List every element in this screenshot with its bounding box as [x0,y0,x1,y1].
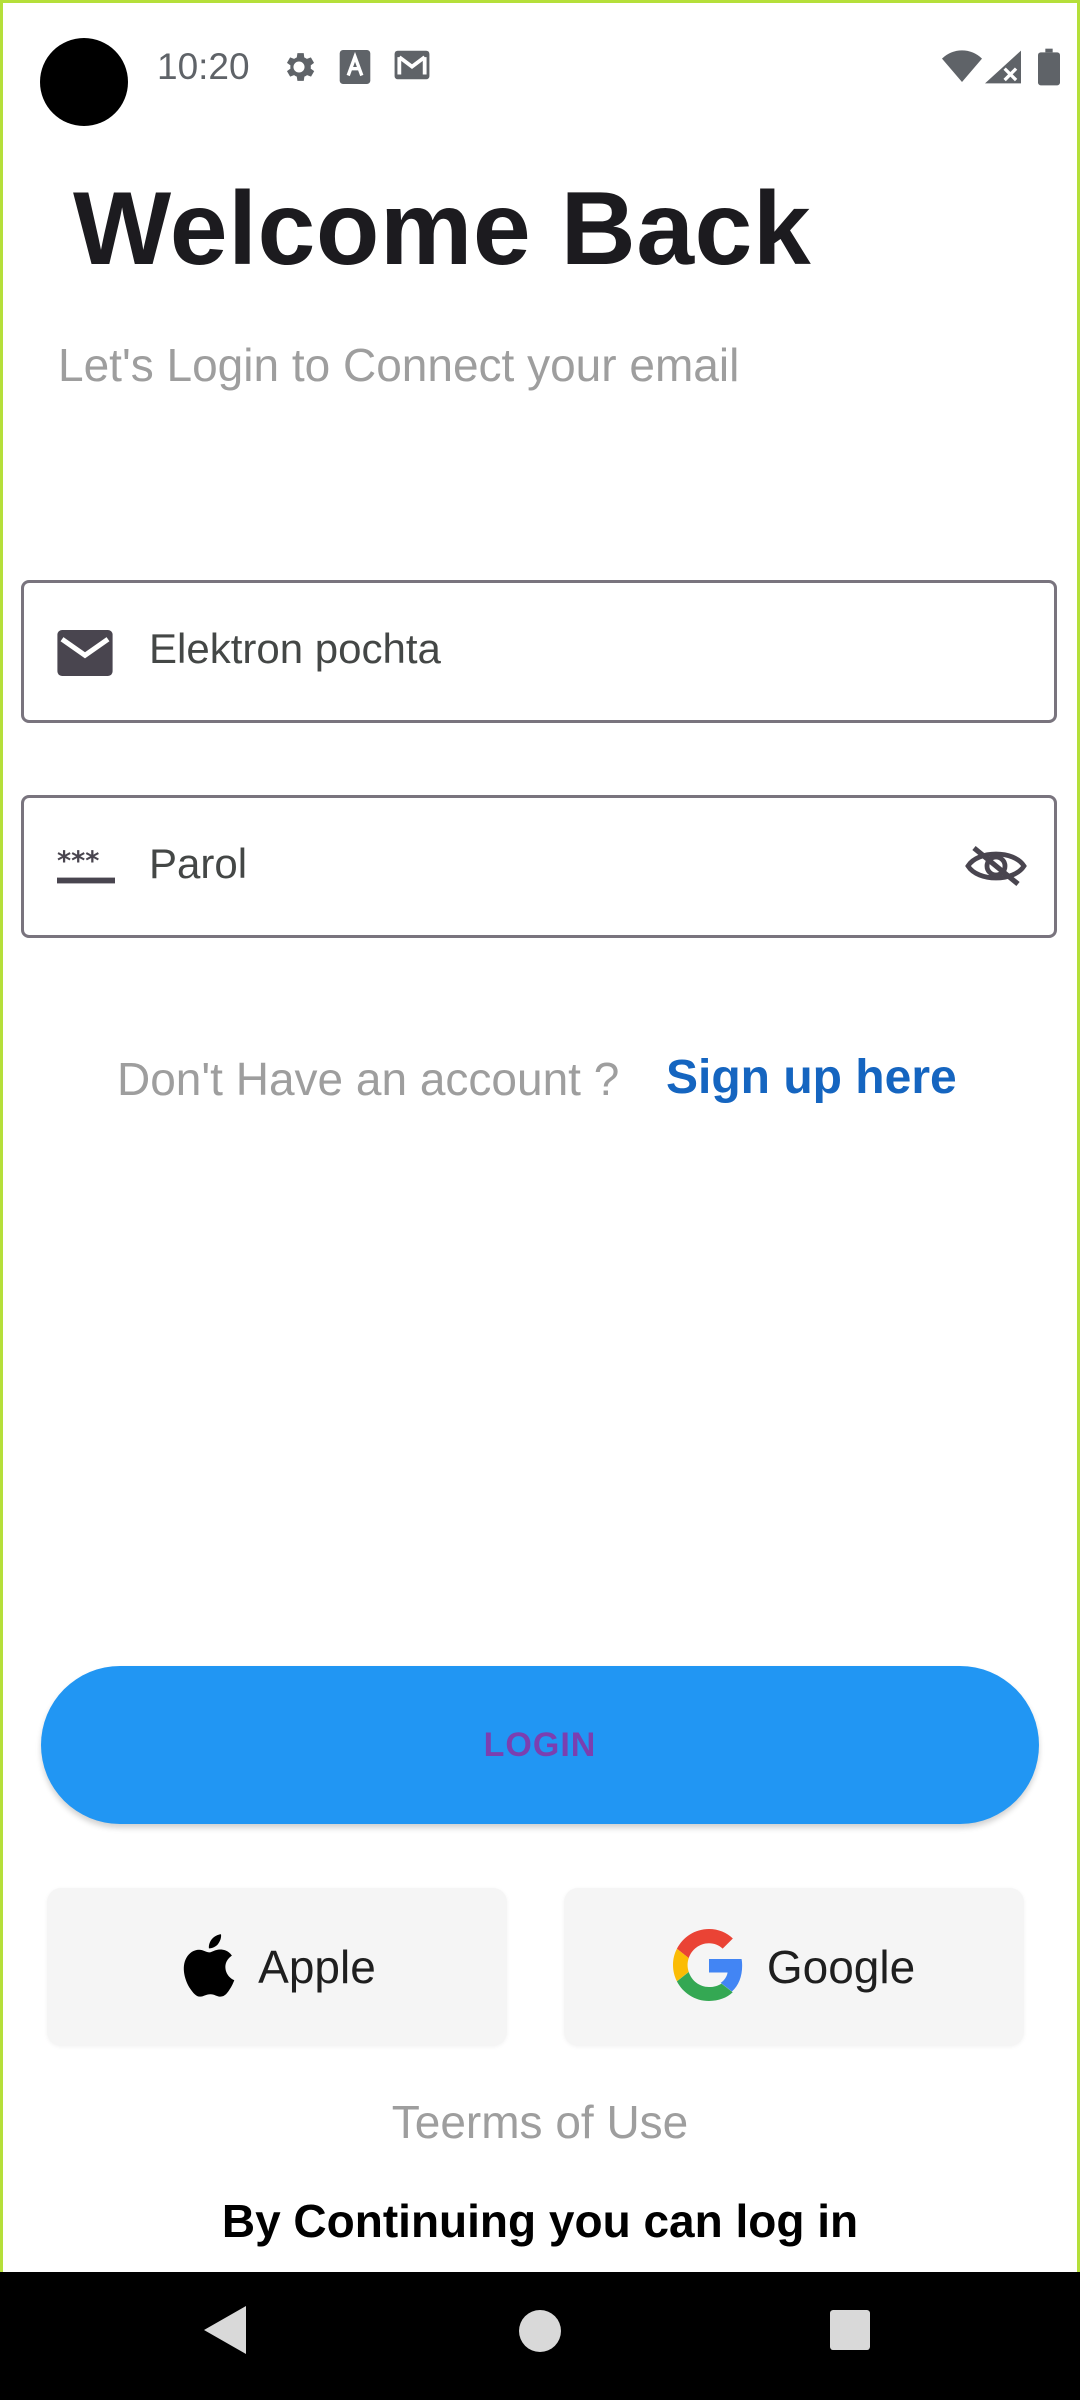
back-icon[interactable] [204,2306,246,2359]
system-nav-bar [0,2272,1080,2400]
mail-icon [57,630,113,681]
page-subtitle: Let's Login to Connect your email [58,339,740,391]
page-title: Welcome Back [73,171,812,287]
apple-icon [178,1931,236,2004]
camera-cutout [40,38,128,126]
google-label: Google [766,1941,916,1993]
signup-link[interactable]: Sign up here [666,1050,957,1105]
password-icon: *** [57,846,115,891]
gmail-icon [393,48,431,87]
font-a-icon [338,48,372,91]
home-icon[interactable] [519,2310,561,2357]
apple-label: Apple [258,1941,376,1993]
google-login-button[interactable]: Google [564,1888,1024,2046]
continue-text: By Continuing you can log in [221,2195,859,2247]
status-time: 10:20 [157,46,250,87]
svg-text:***: *** [57,846,99,877]
eye-off-icon[interactable] [964,842,1028,895]
login-button-label: LOGIN [483,1725,597,1764]
password-field[interactable]: *** Parol [21,795,1057,938]
apple-login-button[interactable]: Apple [47,1888,507,2046]
recents-icon[interactable] [830,2310,870,2355]
login-button[interactable]: LOGIN [41,1666,1039,1824]
password-label: Parol [149,840,248,887]
signal-icon [985,50,1021,89]
wifi-icon [942,50,982,89]
email-label: Elektron pochta [149,625,441,672]
signup-question: Don't Have an account ? [117,1053,620,1105]
email-field[interactable]: Elektron pochta [21,580,1057,723]
settings-icon [280,48,318,91]
terms-link[interactable]: Teerms of Use [0,2095,1080,2149]
google-icon [672,1928,745,2006]
battery-icon [1038,48,1060,91]
